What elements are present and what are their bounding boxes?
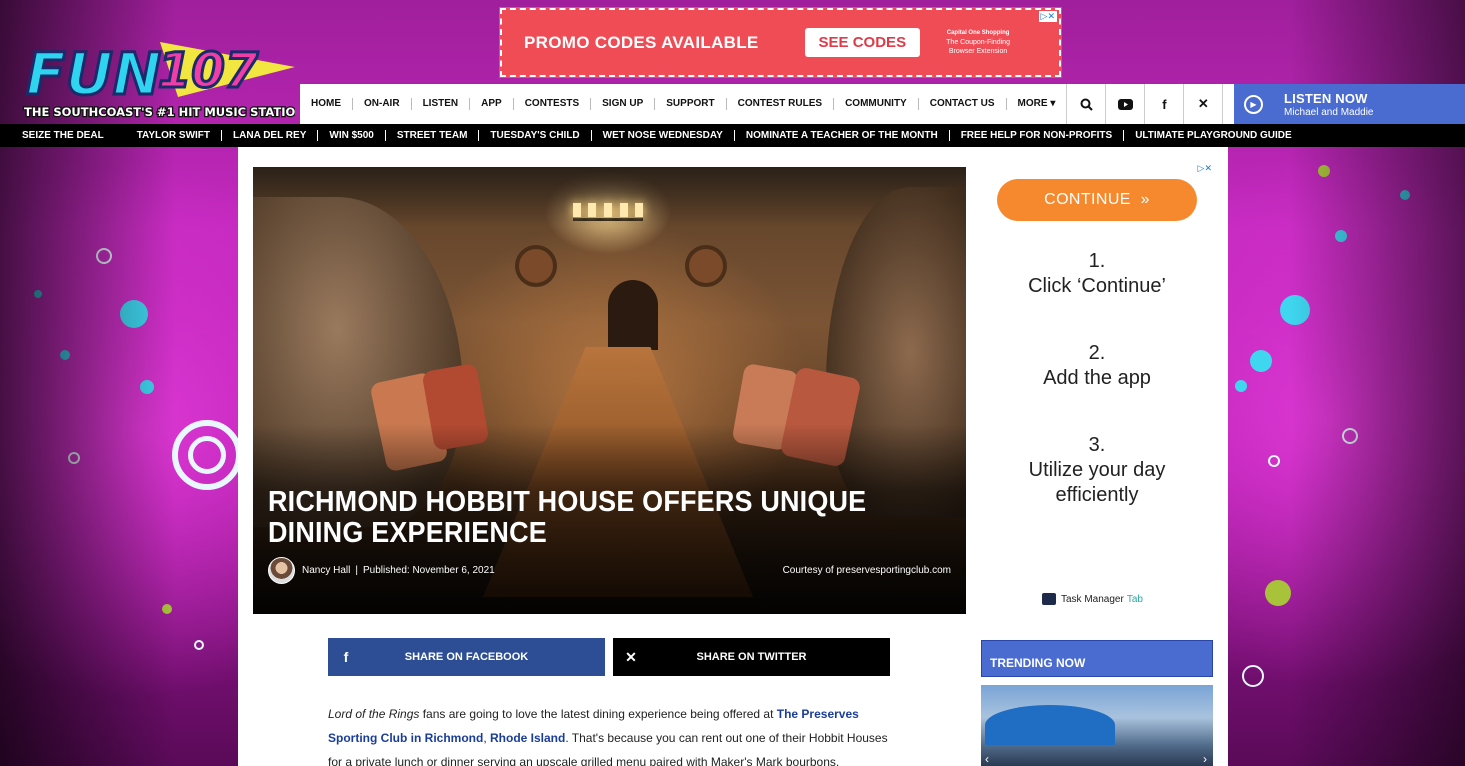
nav-community[interactable]: COMMUNITY (834, 98, 919, 110)
body-italic: Lord of the Rings (328, 707, 420, 721)
nav-sign-up[interactable]: SIGN UP (591, 98, 656, 110)
trending-item[interactable]: TUESDAY'S CHILD (478, 130, 590, 141)
step-text: Add the app (1043, 367, 1151, 389)
current-show: Michael and Maddie (1284, 106, 1374, 118)
share-twitter-button[interactable]: ✕ SHARE ON TWITTER (613, 638, 890, 676)
nav-contests[interactable]: CONTESTS (514, 98, 592, 110)
main-nav: HOME ON-AIR LISTEN APP CONTESTS SIGN UP … (300, 84, 1250, 124)
article-byline: Nancy Hall | Published: November 6, 2021 (268, 557, 495, 584)
ad-step-1: 1. Click ‘Continue’ (996, 249, 1198, 299)
play-icon: ▶ (1244, 94, 1263, 114)
nav-support[interactable]: SUPPORT (655, 98, 727, 110)
trending-item[interactable]: WIN $500 (317, 130, 384, 141)
chevron-down-icon: ▾ (1050, 98, 1056, 109)
step-number: 2. (1088, 342, 1106, 364)
step-text: Click ‘Continue’ (1028, 275, 1166, 297)
nav-contact-us[interactable]: CONTACT US (919, 98, 1007, 110)
logo-fun-text: FUN (26, 40, 161, 108)
rhode-island-link[interactable]: Rhode Island (490, 731, 565, 745)
publish-date: Published: November 6, 2021 (362, 565, 495, 576)
trending-item[interactable]: NOMINATE A TEACHER OF THE MONTH (733, 130, 949, 141)
sidebar-ad[interactable]: ▷✕ CONTINUE » 1. Click ‘Continue’ 2. Add… (996, 163, 1212, 613)
facebook-icon: f (343, 649, 349, 665)
brand-name: Task Manager (1061, 593, 1124, 605)
ad-step-2: 2. Add the app (996, 341, 1198, 391)
nav-home[interactable]: HOME (300, 98, 353, 110)
station-logo[interactable]: FUN 107 THE SOUTHCOAST'S #1 HIT MUSIC ST… (10, 12, 306, 122)
listen-now-title: LISTEN NOW (1284, 90, 1368, 106)
trending-item[interactable]: WET NOSE WEDNESDAY (590, 130, 734, 141)
article-body: Lord of the Rings fans are going to love… (328, 702, 898, 766)
body-text: , (483, 731, 490, 745)
trending-topics-bar: SEIZE THE DEAL TAYLOR SWIFT LANA DEL REY… (0, 124, 1465, 147)
promo-ad-banner[interactable]: PROMO CODES AVAILABLE SEE CODES Capital … (499, 7, 1062, 78)
nav-more[interactable]: MORE ▾ (1007, 98, 1067, 110)
nav-more-label: MORE (1017, 98, 1048, 109)
chevron-left-icon[interactable]: ‹ (985, 752, 989, 766)
extension-description: Capital One Shopping The Coupon-Finding … (938, 29, 1018, 56)
trending-item[interactable]: STREET TEAM (384, 130, 479, 141)
nav-listen[interactable]: LISTEN (412, 98, 471, 110)
share-facebook-label: SHARE ON FACEBOOK (404, 651, 529, 663)
trending-carousel-image[interactable]: ‹ › (981, 685, 1213, 766)
umbrella-graphic (985, 705, 1115, 745)
step-number: 1. (1088, 250, 1106, 272)
youtube-icon[interactable] (1105, 84, 1144, 124)
chevron-right-icon[interactable]: › (1203, 752, 1207, 766)
ad-choices-icon[interactable]: ▷✕ (1038, 11, 1057, 22)
byline-separator: | (355, 565, 358, 576)
step-text: Utilize your day efficiently (1028, 459, 1166, 506)
author-avatar[interactable] (268, 557, 295, 584)
image-credit: Courtesy of preservesportingclub.com (782, 565, 951, 576)
x-icon: ✕ (625, 648, 637, 665)
trending-lead[interactable]: SEIZE THE DEAL (22, 130, 126, 141)
hero-image: RICHMOND HOBBIT HOUSE OFFERS UNIQUE DINI… (253, 167, 966, 614)
nav-app[interactable]: APP (470, 98, 514, 110)
nav-icon-group: f ✕ (1066, 84, 1261, 124)
author-name[interactable]: Nancy Hall (302, 565, 350, 576)
brand-suffix: Tab (1126, 593, 1143, 605)
extension-brand: Capital One Shopping (946, 30, 1010, 36)
logo-tagline: THE SOUTHCOAST'S #1 HIT MUSIC STATION (24, 105, 295, 119)
continue-label: CONTINUE (1044, 191, 1131, 208)
nav-on-air[interactable]: ON-AIR (353, 98, 412, 110)
search-icon[interactable] (1066, 84, 1105, 124)
share-facebook-button[interactable]: f SHARE ON FACEBOOK (328, 638, 605, 676)
trending-item[interactable]: ULTIMATE PLAYGROUND GUIDE (1123, 130, 1302, 141)
step-number: 3. (1088, 434, 1106, 456)
trending-item[interactable]: LANA DEL REY (221, 130, 317, 141)
logo-107-text: 107 (158, 43, 259, 99)
body-text: fans are going to love the latest dining… (419, 707, 777, 721)
ad-choices-icon[interactable]: ▷✕ (1198, 163, 1212, 174)
promo-headline: PROMO CODES AVAILABLE (524, 32, 759, 52)
ad-brand: Task Manager Tab (1042, 593, 1143, 605)
task-manager-icon (1042, 593, 1056, 605)
trending-item[interactable]: TAYLOR SWIFT (126, 130, 221, 141)
trending-now-heading: TRENDING NOW (981, 640, 1213, 677)
facebook-icon[interactable]: f (1144, 84, 1183, 124)
main-content: RICHMOND HOBBIT HOUSE OFFERS UNIQUE DINI… (238, 147, 1228, 766)
article-title: RICHMOND HOBBIT HOUSE OFFERS UNIQUE DINI… (268, 486, 867, 549)
ad-step-3: 3. Utilize your day efficiently (996, 433, 1198, 508)
see-codes-button[interactable]: SEE CODES (804, 28, 921, 57)
x-icon[interactable]: ✕ (1183, 84, 1222, 124)
chandelier-graphic (573, 197, 643, 221)
share-twitter-label: SHARE ON TWITTER (696, 651, 807, 663)
continue-button[interactable]: CONTINUE » (997, 179, 1197, 221)
trending-item[interactable]: FREE HELP FOR NON-PROFITS (948, 130, 1124, 141)
double-chevron-icon: » (1130, 191, 1150, 208)
listen-now-button[interactable]: ▶ LISTEN NOW Michael and Maddie (1234, 84, 1465, 124)
extension-desc-text: The Coupon-Finding Browser Extension (946, 39, 1010, 55)
nav-contest-rules[interactable]: CONTEST RULES (727, 98, 835, 110)
